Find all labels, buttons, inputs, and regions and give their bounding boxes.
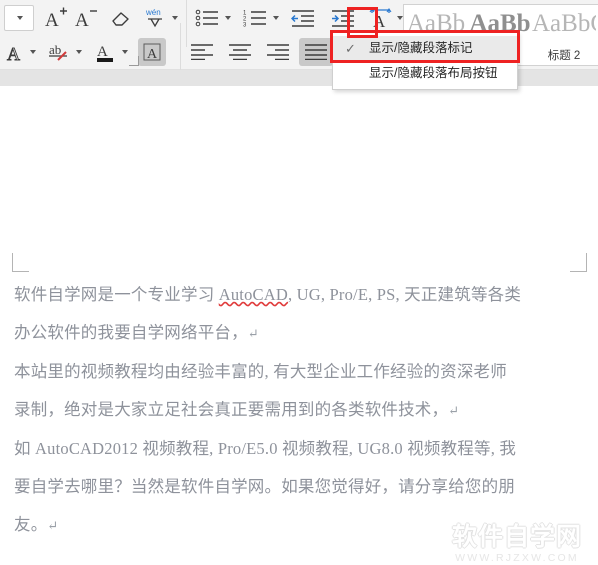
- margin-marker-top-right: [570, 253, 587, 272]
- font-color-chevron-down-icon[interactable]: [122, 50, 128, 54]
- numbering-icon: 1 2 3: [243, 11, 266, 28]
- menu-item-label: 显示/隐藏段落标记: [369, 41, 473, 55]
- document-line: 录制，绝对是大家立足社会真正要需用到的各类软件技术，↵: [14, 391, 580, 430]
- clear-formatting-button[interactable]: [106, 4, 136, 32]
- paragraph-marks-dropdown-menu[interactable]: ✓ 显示/隐藏段落标记 显示/隐藏段落布局按钮: [332, 32, 518, 90]
- pinyin-guide-chevron-down-icon[interactable]: [172, 16, 178, 20]
- decrease-indent-button[interactable]: [287, 4, 319, 32]
- margin-marker-top-left: [12, 253, 29, 272]
- decrease-indent-icon: [291, 10, 314, 27]
- svg-text:A: A: [7, 44, 20, 62]
- increase-font-size-icon: A: [45, 7, 67, 29]
- align-left-button[interactable]: [185, 38, 219, 66]
- text-effects-chevron-down-icon[interactable]: [30, 50, 36, 54]
- style-item-2[interactable]: AaBbC 标题 2: [532, 5, 596, 65]
- eraser-icon: [112, 12, 129, 26]
- numbered-list-button[interactable]: 1 2 3: [239, 4, 271, 32]
- document-line: 办公软件的我要自学网络平台，↵: [14, 314, 580, 353]
- style-name-2: 标题 2: [547, 50, 581, 62]
- align-left-icon: [191, 44, 213, 60]
- highlighter-icon: ab: [49, 42, 67, 61]
- svg-text:ab: ab: [49, 42, 61, 57]
- highlight-color-button[interactable]: ab: [44, 38, 74, 66]
- align-right-icon: [267, 44, 289, 60]
- svg-text:A: A: [75, 10, 89, 29]
- pinyin-guide-icon: wén: [145, 8, 162, 28]
- align-justify-button[interactable]: [299, 38, 333, 66]
- document-line: 如 AutoCAD2012 视频教程, Pro/E5.0 视频教程, UG8.0…: [14, 430, 580, 468]
- svg-text:3: 3: [243, 23, 247, 28]
- highlight-color-chevron-down-icon[interactable]: [76, 50, 82, 54]
- increase-font-size-button[interactable]: A: [42, 4, 72, 32]
- increase-indent-button[interactable]: [327, 4, 359, 32]
- svg-text:A: A: [45, 10, 59, 29]
- document-body[interactable]: 软件自学网是一个专业学习 AutoCAD, UG, Pro/E, PS, 天正建…: [14, 276, 580, 545]
- char-border-icon: A: [143, 43, 161, 62]
- numbered-list-chevron-down-icon[interactable]: [273, 16, 279, 20]
- pinyin-guide-button[interactable]: wén: [140, 4, 170, 32]
- decrease-font-size-icon: A: [75, 10, 97, 29]
- bullet-list-button[interactable]: [191, 4, 223, 32]
- run-text: 要自学去哪里？当然是软件自学网。如果您觉得好，请分享给您的朋: [14, 477, 515, 496]
- run-text: 友。: [14, 515, 48, 534]
- document-line: 友。↵: [14, 506, 580, 545]
- svg-text:A: A: [147, 47, 158, 62]
- run-text: 如 AutoCAD2012 视频教程, Pro/E5.0 视频教程, UG8.0…: [14, 439, 517, 458]
- character-border-button[interactable]: A: [138, 38, 166, 66]
- menu-item-show-hide-paragraph-marks[interactable]: ✓ 显示/隐藏段落标记: [333, 36, 517, 61]
- menu-item-label: 显示/隐藏段落布局按钮: [369, 66, 498, 80]
- document-line: 本站里的视频教程均由经验丰富的, 有大型企业工作经验的资深老师: [14, 353, 580, 391]
- decrease-font-size-button[interactable]: A: [72, 4, 102, 32]
- asian-layout-icon: A: [369, 8, 392, 28]
- align-justify-icon: [305, 44, 327, 60]
- watermark-sub-text: WWW.RJZXW.COM: [455, 552, 579, 564]
- align-right-button[interactable]: [261, 38, 295, 66]
- style-sample-2: AaBbC: [532, 10, 596, 37]
- increase-indent-icon: [332, 10, 354, 27]
- document-line: 软件自学网是一个专业学习 AutoCAD, UG, Pro/E, PS, 天正建…: [14, 276, 580, 314]
- document-page[interactable]: 软件自学网是一个专业学习 AutoCAD, UG, Pro/E, PS, 天正建…: [0, 86, 598, 564]
- run-text: 录制，绝对是大家立足社会真正要需用到的各类软件技术，: [14, 400, 449, 419]
- align-center-icon: [229, 44, 251, 60]
- asian-layout-button[interactable]: A: [367, 4, 395, 32]
- bullets-icon: [195, 9, 218, 27]
- font-color-button[interactable]: A: [90, 38, 120, 66]
- svg-text:A: A: [97, 44, 108, 60]
- run-text-spellerror: AutoCAD: [218, 285, 288, 304]
- bullet-list-chevron-down-icon[interactable]: [225, 16, 231, 20]
- text-effects-button[interactable]: A: [2, 38, 28, 66]
- font-size-box[interactable]: [4, 5, 34, 31]
- font-color-icon: A: [97, 44, 113, 62]
- run-text: 本站里的视频教程均由经验丰富的, 有大型企业工作经验的资深老师: [14, 362, 507, 381]
- checkmark-icon: ✓: [345, 41, 356, 56]
- text-effects-icon: A: [7, 44, 21, 62]
- pilcrow-mark: ↵: [47, 518, 59, 533]
- run-text: 软件自学网是一个专业学习: [14, 285, 219, 304]
- document-line: 要自学去哪里？当然是软件自学网。如果您觉得好，请分享给您的朋: [14, 468, 580, 506]
- align-center-button[interactable]: [223, 38, 257, 66]
- svg-text:wén: wén: [145, 8, 161, 17]
- font-group-dialog-launcher[interactable]: [129, 56, 139, 66]
- pilcrow-mark: ↵: [448, 403, 460, 418]
- pilcrow-mark: ↵: [247, 326, 259, 341]
- svg-text:A: A: [373, 12, 386, 28]
- run-text: , UG, Pro/E, PS, 天正建筑等各类: [287, 285, 522, 304]
- menu-item-show-hide-paragraph-layout-button[interactable]: 显示/隐藏段落布局按钮: [333, 61, 517, 86]
- chevron-down-icon: [17, 16, 23, 20]
- run-text: 办公软件的我要自学网络平台，: [14, 323, 248, 342]
